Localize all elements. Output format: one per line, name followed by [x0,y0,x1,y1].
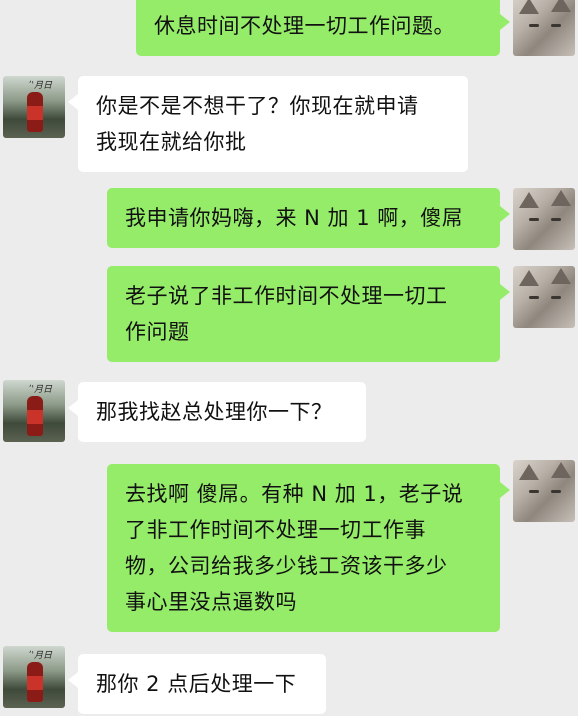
message-text: 我申请你妈嗨，来 N 加 1 啊，傻屌 [125,206,464,230]
chat-window: 休息时间不处理一切工作问题。 ʹ'月日 你是不是不想干了？你现在就申请 我现在就… [0,0,578,716]
message-bubble[interactable]: 老子说了非工作时间不处理一切工 作问题 [107,266,510,362]
message-text: 那我找赵总处理你一下？ [96,400,333,424]
cat-avatar-icon[interactable] [513,188,575,250]
message-bubble[interactable]: 去找啊 傻屌。有种 N 加 1，老子说 了非工作时间不处理一切工作事 物，公司给… [107,464,510,632]
message-bubble[interactable]: 休息时间不处理一切工作问题。 [136,0,510,56]
cat-avatar-icon[interactable] [513,0,575,56]
message-bubble[interactable]: 那我找赵总处理你一下？ [68,382,366,442]
message-text: 你是不是不想干了？你现在就申请 我现在就给你批 [96,94,419,154]
bottle-avatar-icon[interactable]: ʹ'月日 [3,646,65,708]
message-text: 休息时间不处理一切工作问题。 [154,14,455,38]
message-text: 那你 2 点后处理一下 [96,672,297,696]
cat-avatar-icon[interactable] [513,266,575,328]
message-bubble[interactable]: 那你 2 点后处理一下 [68,654,326,714]
cat-avatar-icon[interactable] [513,460,575,522]
message-bubble[interactable]: 你是不是不想干了？你现在就申请 我现在就给你批 [68,76,468,172]
bottle-avatar-icon[interactable]: ʹ'月日 [3,380,65,442]
bottle-avatar-icon[interactable]: ʹ'月日 [3,76,65,138]
message-bubble[interactable]: 我申请你妈嗨，来 N 加 1 啊，傻屌 [107,188,510,248]
message-text: 去找啊 傻屌。有种 N 加 1，老子说 了非工作时间不处理一切工作事 物，公司给… [125,482,464,614]
message-text: 老子说了非工作时间不处理一切工 作问题 [125,284,448,344]
